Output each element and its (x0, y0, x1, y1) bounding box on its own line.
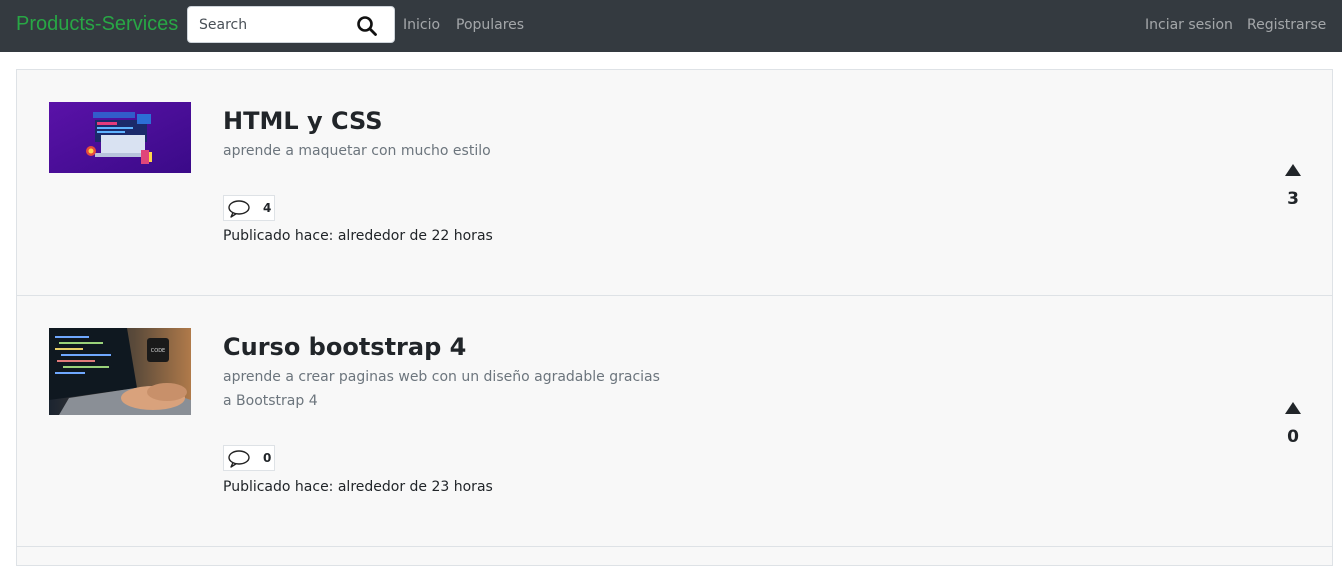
upvote-icon[interactable] (1285, 164, 1301, 176)
nav-link-inicio[interactable]: Inicio (403, 17, 440, 33)
comment-count: 0 (263, 451, 272, 465)
post-description: aprende a crear paginas web con un diseñ… (223, 369, 660, 409)
comment-icon (227, 449, 251, 473)
vote-widget: 3 (1281, 164, 1305, 209)
vote-count: 3 (1287, 189, 1299, 209)
published-time: Publicado hace: alrededor de 22 horas (223, 228, 493, 244)
brand-link[interactable]: Products-Services (16, 13, 178, 36)
post-card: HTML y CSS aprende a maquetar con mucho … (16, 69, 1333, 296)
nav-link-login[interactable]: Inciar sesion (1145, 17, 1233, 33)
post-title[interactable]: Curso bootstrap 4 (223, 333, 466, 361)
post-title[interactable]: HTML y CSS (223, 107, 383, 135)
comments-button[interactable]: 4 (223, 195, 275, 221)
comment-icon (227, 199, 251, 223)
search-box (187, 6, 395, 43)
nav-link-register[interactable]: Registrarse (1247, 17, 1326, 33)
nav-link-populares[interactable]: Populares (456, 17, 524, 33)
vote-count: 0 (1287, 427, 1299, 447)
comment-count: 4 (263, 201, 272, 215)
svg-text:CODE: CODE (151, 348, 165, 354)
post-thumbnail[interactable]: CODE (49, 328, 191, 415)
upvote-icon[interactable] (1285, 402, 1301, 414)
search-icon[interactable] (356, 15, 378, 37)
post-thumbnail[interactable] (49, 102, 191, 173)
published-time: Publicado hace: alrededor de 23 horas (223, 479, 493, 495)
post-description: aprende a maquetar con mucho estilo (223, 143, 491, 159)
post-list: HTML y CSS aprende a maquetar con mucho … (16, 69, 1333, 566)
comments-button[interactable]: 0 (223, 445, 275, 471)
search-input[interactable] (199, 15, 349, 35)
vote-widget: 0 (1281, 402, 1305, 447)
post-card (16, 546, 1333, 566)
post-card: CODE Curso bootstrap 4 aprende a crear p… (16, 295, 1333, 547)
navbar: Products-Services Inicio Populares Incia… (0, 0, 1342, 52)
